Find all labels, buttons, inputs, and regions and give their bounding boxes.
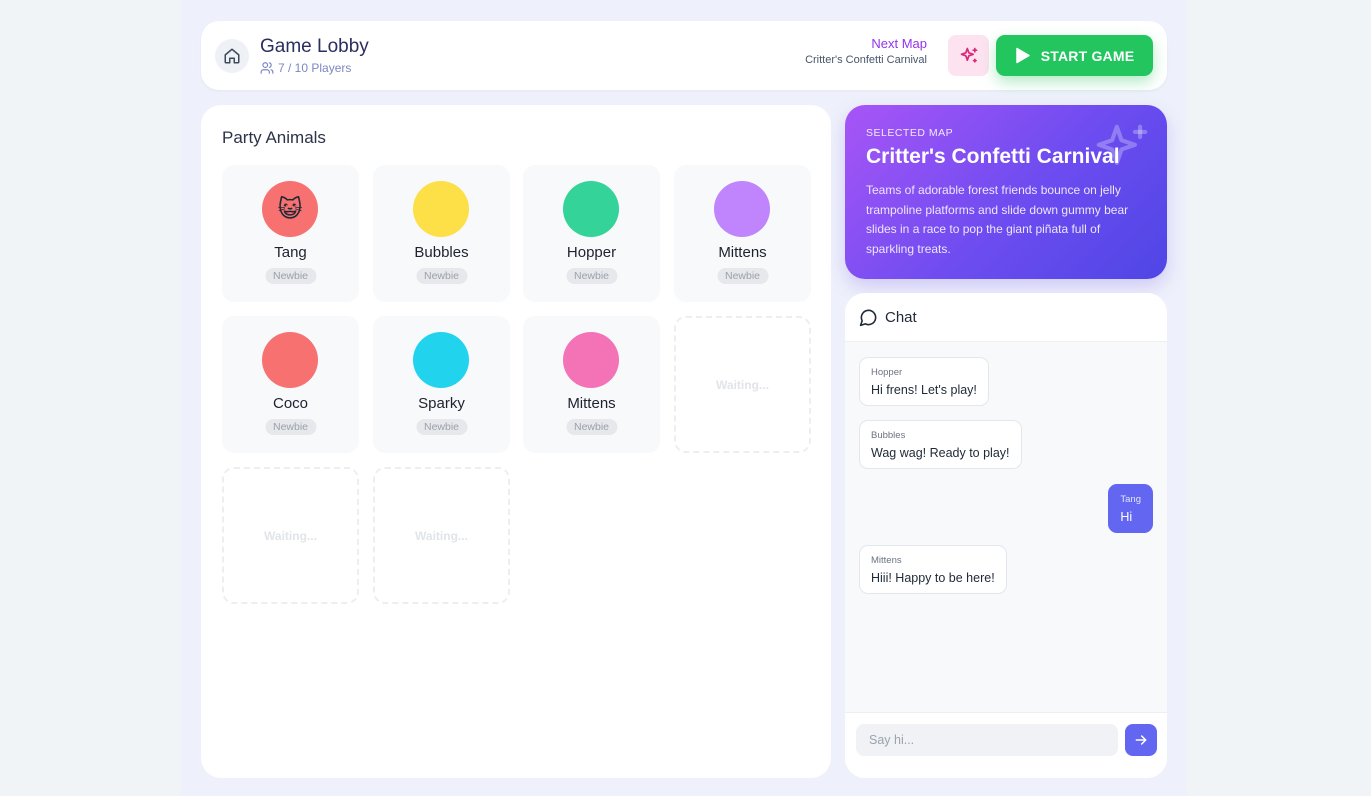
rank-badge: Newbie bbox=[264, 419, 317, 435]
player-count: 7 / 10 Players bbox=[260, 61, 351, 75]
avatar bbox=[413, 332, 469, 388]
waiting-label: Waiting... bbox=[716, 377, 769, 392]
rank-badge: Newbie bbox=[264, 268, 317, 284]
waiting-label: Waiting... bbox=[264, 528, 317, 543]
players-panel: Party Animals 😺 Tang Newbie Bubbles Newb… bbox=[201, 105, 831, 778]
chat-messages: Hopper Hi frens! Let's play! Bubbles Wag… bbox=[845, 342, 1167, 712]
chat-header: Chat bbox=[845, 293, 1167, 342]
empty-slot: Waiting... bbox=[222, 467, 359, 604]
waiting-label: Waiting... bbox=[415, 528, 468, 543]
message-author: Mittens bbox=[871, 555, 902, 566]
team-title: Party Animals bbox=[222, 128, 326, 147]
home-button[interactable] bbox=[215, 39, 249, 73]
lobby-page: Game Lobby 7 / 10 Players Next Map Critt… bbox=[181, 0, 1187, 796]
play-icon bbox=[1015, 47, 1030, 64]
message-text: Hiii! Happy to be here! bbox=[871, 571, 995, 585]
player-card[interactable]: Bubbles Newbie bbox=[373, 165, 510, 302]
users-icon bbox=[260, 62, 274, 74]
map-description: Teams of adorable forest friends bounce … bbox=[866, 183, 1129, 256]
player-card[interactable]: Coco Newbie bbox=[222, 316, 359, 453]
chat-title: Chat bbox=[885, 308, 917, 326]
avatar bbox=[714, 181, 770, 237]
rank-badge: Newbie bbox=[565, 419, 618, 435]
avatar bbox=[262, 332, 318, 388]
message-text: Hi frens! Let's play! bbox=[871, 383, 977, 397]
randomize-map-button[interactable] bbox=[948, 35, 989, 76]
player-name: Tang bbox=[274, 244, 307, 261]
message-text: Hi bbox=[1120, 510, 1133, 524]
send-button[interactable] bbox=[1125, 724, 1157, 756]
lobby-header: Game Lobby 7 / 10 Players Next Map Critt… bbox=[201, 21, 1167, 90]
chat-panel: Chat Hopper Hi frens! Let's play! Bubble… bbox=[845, 293, 1167, 778]
message-author: Hopper bbox=[871, 367, 903, 378]
player-name: Sparky bbox=[418, 395, 465, 412]
home-icon bbox=[224, 48, 240, 64]
chat-message-own: Tang Hi bbox=[1108, 484, 1153, 533]
start-game-label: START GAME bbox=[1040, 47, 1135, 64]
player-card[interactable]: Sparky Newbie bbox=[373, 316, 510, 453]
rank-badge: Newbie bbox=[415, 419, 468, 435]
chat-input[interactable] bbox=[856, 724, 1118, 756]
chat-composer bbox=[845, 712, 1167, 778]
map-name: Critter's Confetti Carnival bbox=[866, 145, 1120, 168]
rank-badge: Newbie bbox=[415, 268, 468, 284]
arrow-right-icon bbox=[1135, 735, 1147, 745]
empty-slot: Waiting... bbox=[373, 467, 510, 604]
rank-badge: Newbie bbox=[565, 268, 618, 284]
player-card[interactable]: Mittens Newbie bbox=[523, 316, 660, 453]
chat-message: Mittens Hiii! Happy to be here! bbox=[859, 545, 1007, 594]
message-author: Bubbles bbox=[871, 430, 906, 441]
player-name: Bubbles bbox=[414, 244, 469, 261]
next-map-label: Next Map bbox=[871, 36, 927, 51]
player-name: Mittens bbox=[718, 244, 767, 261]
start-game-button[interactable]: START GAME bbox=[996, 35, 1153, 76]
player-card[interactable]: 😺 Tang Newbie bbox=[222, 165, 359, 302]
player-name: Mittens bbox=[567, 395, 616, 412]
rank-badge: Newbie bbox=[716, 268, 769, 284]
selected-map-label: SELECTED MAP bbox=[866, 127, 954, 139]
avatar: 😺 bbox=[262, 181, 318, 237]
page-title: Game Lobby bbox=[260, 36, 369, 57]
chat-message: Bubbles Wag wag! Ready to play! bbox=[859, 420, 1022, 469]
sparkles-icon bbox=[960, 47, 977, 63]
next-map-info: Next Map Critter's Confetti Carnival bbox=[805, 36, 927, 66]
next-map-value: Critter's Confetti Carnival bbox=[805, 54, 927, 66]
player-name: Hopper bbox=[566, 244, 617, 261]
avatar bbox=[563, 332, 619, 388]
chat-message: Hopper Hi frens! Let's play! bbox=[859, 357, 989, 406]
message-text: Wag wag! Ready to play! bbox=[871, 446, 1010, 460]
player-card[interactable]: Mittens Newbie bbox=[674, 165, 811, 302]
player-name: Coco bbox=[272, 395, 309, 412]
player-card[interactable]: Hopper Newbie bbox=[523, 165, 660, 302]
selected-map-card: SELECTED MAP Critter's Confetti Carnival… bbox=[845, 105, 1167, 279]
empty-slot: Waiting... bbox=[674, 316, 811, 453]
player-count-label: 7 / 10 Players bbox=[278, 61, 352, 75]
avatar bbox=[563, 181, 619, 237]
message-author: Tang bbox=[1120, 494, 1141, 505]
chat-bubble-icon bbox=[859, 309, 877, 326]
avatar bbox=[413, 181, 469, 237]
